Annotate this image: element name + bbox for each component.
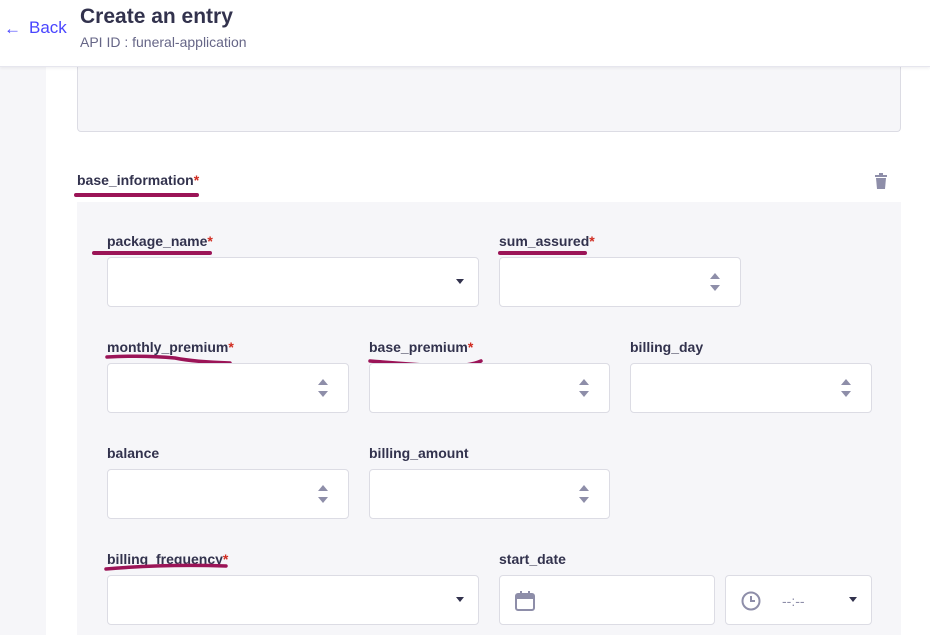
api-id: API ID : funeral-application bbox=[80, 34, 247, 50]
start-date-input[interactable] bbox=[499, 575, 715, 625]
trash-icon[interactable] bbox=[875, 173, 887, 189]
chevron-down-icon bbox=[456, 597, 464, 602]
header: ← Back Create an entry API ID : funeral-… bbox=[0, 0, 930, 67]
billing-amount-label: billing_amount bbox=[369, 445, 469, 461]
stepper-icon[interactable] bbox=[841, 379, 851, 399]
calendar-icon[interactable] bbox=[515, 591, 535, 611]
section-underline-annotation bbox=[74, 193, 199, 197]
package-name-underline-annotation bbox=[92, 251, 212, 255]
stepper-icon[interactable] bbox=[579, 485, 589, 505]
billing-day-label: billing_day bbox=[630, 339, 704, 355]
arrow-left-icon: ← bbox=[4, 18, 21, 38]
billing-day-input[interactable] bbox=[630, 363, 872, 413]
section-label-text: base_information bbox=[77, 172, 194, 188]
balance-input[interactable] bbox=[107, 469, 349, 519]
sum-assured-input[interactable] bbox=[499, 257, 741, 307]
back-button[interactable]: ← Back bbox=[4, 18, 67, 38]
base-premium-label: base_premium* bbox=[369, 339, 474, 355]
base-premium-input[interactable] bbox=[369, 363, 610, 413]
time-placeholder: --:-- bbox=[782, 593, 805, 609]
start-time-select[interactable]: --:-- bbox=[725, 575, 872, 625]
sum-assured-underline-annotation bbox=[498, 251, 587, 255]
balance-label: balance bbox=[107, 445, 160, 461]
chevron-down-icon bbox=[849, 597, 857, 602]
required-mark: * bbox=[193, 172, 200, 188]
page-title: Create an entry bbox=[80, 5, 233, 28]
back-label: Back bbox=[29, 18, 67, 37]
billing-amount-input[interactable] bbox=[369, 469, 610, 519]
clock-icon bbox=[741, 591, 761, 611]
previous-field-box[interactable] bbox=[77, 58, 901, 132]
sum-assured-label: sum_assured* bbox=[499, 233, 595, 249]
billing-frequency-select[interactable] bbox=[107, 575, 479, 625]
stepper-icon[interactable] bbox=[318, 379, 328, 399]
chevron-down-icon bbox=[456, 279, 464, 284]
monthly-premium-input[interactable] bbox=[107, 363, 349, 413]
package-name-label: package_name* bbox=[107, 233, 213, 249]
stepper-icon[interactable] bbox=[318, 485, 328, 505]
package-name-select[interactable] bbox=[107, 257, 479, 307]
start-date-label: start_date bbox=[499, 551, 566, 567]
section-label: base_information* bbox=[77, 172, 199, 188]
billing-frequency-underline-annotation bbox=[104, 563, 228, 571]
stepper-icon[interactable] bbox=[710, 273, 720, 293]
stepper-icon[interactable] bbox=[579, 379, 589, 399]
